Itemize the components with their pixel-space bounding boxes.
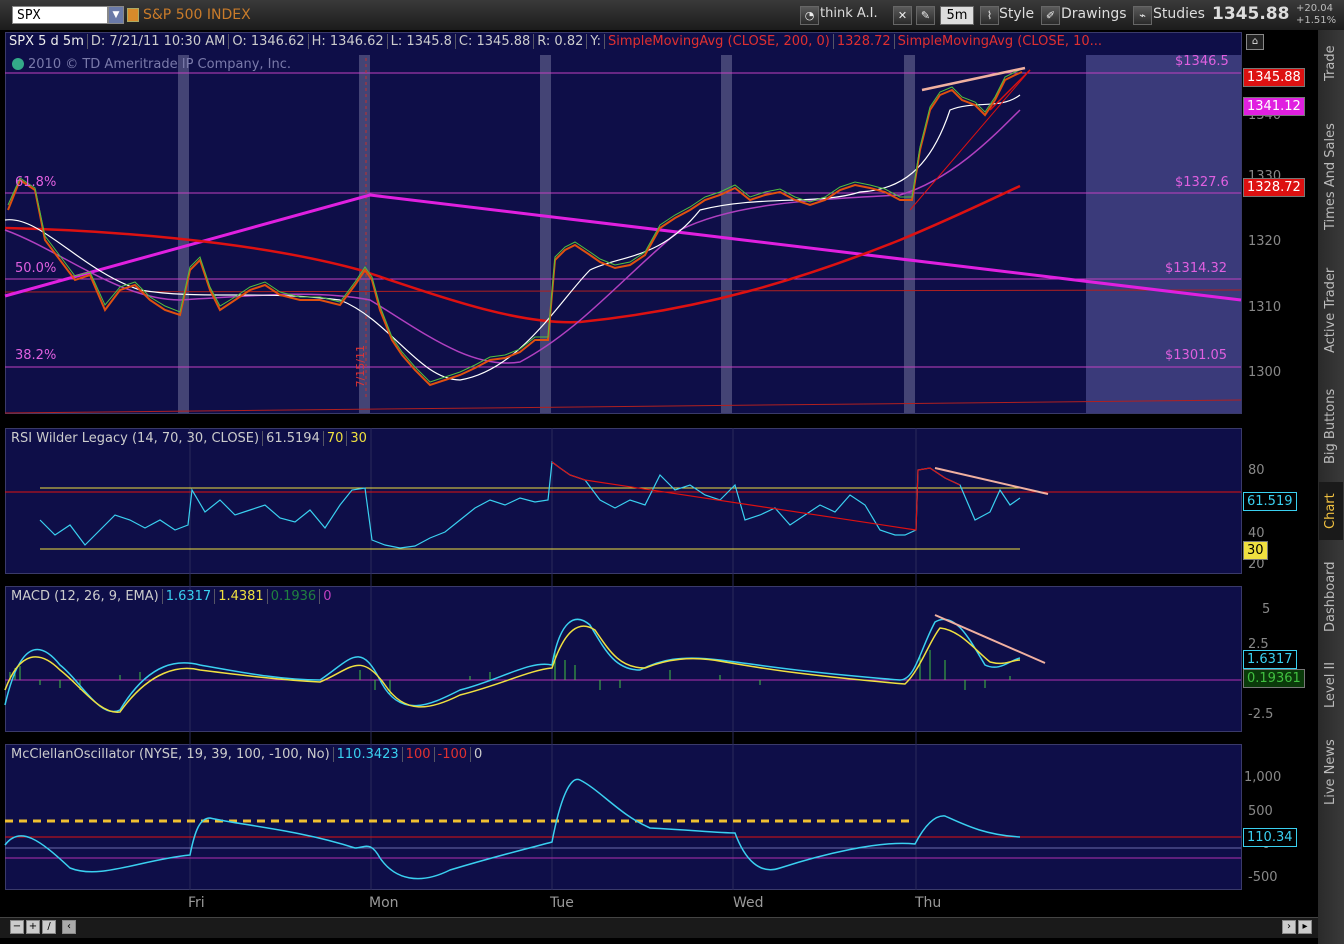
sma200-value: 1328.72 <box>833 34 895 49</box>
day-label: Mon <box>369 895 399 911</box>
day-label: Wed <box>733 895 764 911</box>
header-low: L: 1345.8 <box>387 34 456 49</box>
macd-name: MACD (12, 26, 9, EMA) <box>8 589 163 604</box>
price-line-green <box>7 68 1023 383</box>
bottom-trend-line <box>4 399 1242 414</box>
tab-big-buttons[interactable]: Big Buttons <box>1319 376 1343 476</box>
macd-value: 1.6317 <box>162 589 216 604</box>
rsi-name: RSI Wilder Legacy (14, 70, 30, CLOSE) <box>8 431 264 446</box>
pan-icon[interactable]: / <box>42 920 56 934</box>
zoom-out-icon[interactable]: − <box>10 920 24 934</box>
wedge-line <box>989 69 1031 111</box>
fib-price-2: $1327.6 <box>1175 175 1229 190</box>
rsi-ob: 70 <box>323 431 348 446</box>
macd-zero: 0 <box>323 589 332 604</box>
y-tick: 1310 <box>1248 300 1282 315</box>
mcc-y-tick: 500 <box>1248 804 1273 819</box>
price-pane-header: SPX 5 d 5m D: 7/21/11 10:30 AM O: 1346.62 H… <box>6 33 1105 51</box>
macd-avg-line <box>4 625 1021 713</box>
mcclellan-name: McClellanOscillator (NYSE, 19, 39, 100, … <box>8 747 334 762</box>
fib-label-382: 38.2% <box>15 348 57 363</box>
macd-avg: 1.4381 <box>215 589 268 604</box>
sma-magenta-tag: 1341.12 <box>1243 97 1305 116</box>
copyright: 2010 © TD Ameritrade IP Company, Inc. <box>28 57 292 72</box>
rsi-value-tag: 61.519 <box>1243 492 1297 511</box>
fib-label-618: 61.8% <box>15 175 57 190</box>
header-high: H: 1346.62 <box>308 34 388 49</box>
resistance-line <box>921 66 1026 92</box>
tab-chart[interactable]: Chart <box>1319 482 1343 540</box>
zoom-in-icon[interactable]: + <box>26 920 40 934</box>
rsi-os-tag: 30 <box>1243 541 1268 560</box>
macd-diff-tag: 0.19361 <box>1243 669 1305 688</box>
header-range: R: 0.82 <box>534 34 588 49</box>
mcc-y-tick: 1,000 <box>1244 770 1282 785</box>
rsi-os: 30 <box>350 431 367 446</box>
price-tag: 1345.88 <box>1243 68 1305 87</box>
mcclellan-header: McClellanOscillator (NYSE, 19, 39, 100, … <box>8 746 485 764</box>
chart-scrollbar[interactable] <box>0 917 1318 938</box>
tab-active-trader[interactable]: Active Trader <box>1319 255 1343 365</box>
scroll-right-icon[interactable]: › <box>1282 920 1296 934</box>
mcclellan-zero: 0 <box>474 747 483 762</box>
rsi-header: RSI Wilder Legacy (14, 70, 30, CLOSE) 61.… <box>8 430 370 448</box>
chart-title: SPX 5 d 5m <box>6 34 88 49</box>
tab-dashboard[interactable]: Dashboard <box>1319 552 1343 642</box>
fib-price-4: $1301.05 <box>1165 348 1228 363</box>
expand-icon[interactable]: ▸ <box>1298 920 1312 934</box>
chart-settings-icon[interactable]: ⌂ <box>1246 34 1264 50</box>
header-open: O: 1346.62 <box>229 34 309 49</box>
tab-level-ii[interactable]: Level II <box>1319 650 1343 720</box>
sma-other-label: SimpleMovingAvg (CLOSE, 10... <box>897 34 1103 49</box>
macd-value-tag: 1.6317 <box>1243 650 1297 669</box>
rsi-y-tick: 80 <box>1248 463 1265 478</box>
header-y: Y: <box>587 34 605 49</box>
sma200-label: SimpleMovingAvg (CLOSE, 200, 0) <box>604 34 834 49</box>
macd-header: MACD (12, 26, 9, EMA) 1.6317 1.4381 0.1936 0 <box>8 588 335 606</box>
status-icon <box>12 58 24 70</box>
tab-live-news[interactable]: Live News <box>1319 730 1343 815</box>
header-date: D: 7/21/11 10:30 AM <box>87 34 230 49</box>
macd-diff: 0.1936 <box>267 589 321 604</box>
mcc-y-tick: -500 <box>1248 870 1278 885</box>
sma-red-tag: 1328.72 <box>1243 178 1305 197</box>
mcclellan-value: 110.3423 <box>333 747 403 762</box>
mcclellan-value-tag: 110.34 <box>1243 828 1297 847</box>
session-separators <box>178 55 915 413</box>
chart-svg <box>4 55 1242 890</box>
fib-price-1: $1346.5 <box>1175 54 1229 69</box>
rsi-line <box>39 460 1021 549</box>
day-label: Tue <box>550 895 574 911</box>
day-label: Fri <box>188 895 205 911</box>
fib-price-3: $1314.32 <box>1165 261 1228 276</box>
rsi-y-tick: 40 <box>1248 526 1265 541</box>
mcclellan-line <box>4 778 1021 880</box>
rsi-value: 61.5194 <box>263 431 324 446</box>
fib-label-500: 50.0% <box>15 261 57 276</box>
macd-divergence-line <box>934 614 1046 664</box>
rsi-line-red <box>551 461 961 531</box>
y-tick: 1300 <box>1248 365 1282 380</box>
day-label: Thu <box>915 895 942 911</box>
scroll-left-icon[interactable]: ‹ <box>62 920 76 934</box>
mcclellan-ob: 100 <box>402 747 435 762</box>
mcclellan-os: -100 <box>434 747 472 762</box>
fib-lines <box>5 72 1241 368</box>
y-tick: 1320 <box>1248 234 1282 249</box>
trend-line <box>4 289 1242 293</box>
header-close: C: 1345.88 <box>455 34 535 49</box>
vertical-date-text: 7/15/11 <box>354 345 367 388</box>
macd-y-tick: 5 <box>1262 602 1271 617</box>
tab-trade[interactable]: Trade <box>1319 38 1343 88</box>
macd-line <box>4 618 1021 713</box>
macd-y-tick: -2.5 <box>1248 707 1274 722</box>
price-line <box>7 71 1023 387</box>
tab-times-and-sales[interactable]: Times And Sales <box>1319 112 1343 242</box>
fib-anchor-line <box>4 193 1242 302</box>
